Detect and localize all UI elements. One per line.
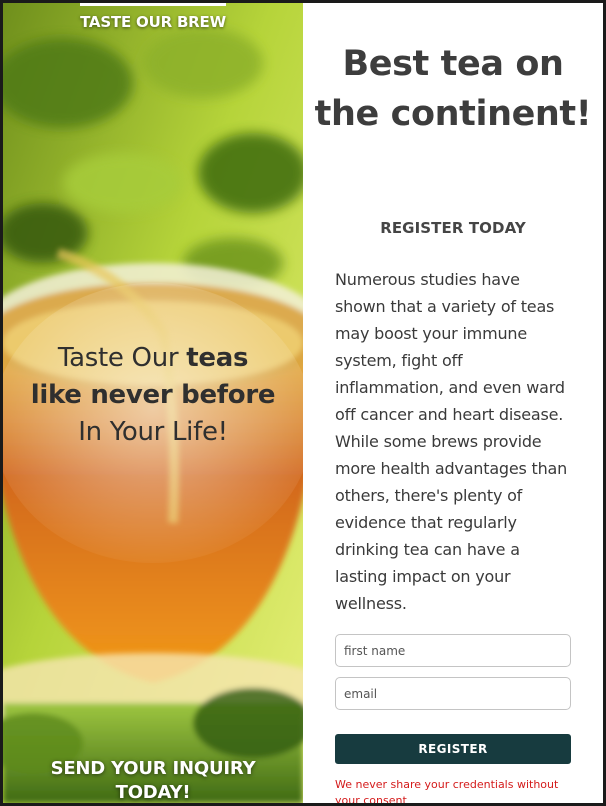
page-title: Best tea on the continent!: [314, 44, 592, 134]
content-panel: Best tea on the continent! REGISTER TODA…: [303, 3, 603, 803]
hero-headline-line-1: Taste Our teas: [3, 340, 303, 377]
page-frame: TASTE OUR BREW Taste Our teas like never…: [3, 3, 603, 803]
first-name-field[interactable]: [335, 634, 571, 667]
hero-top-label: TASTE OUR BREW: [80, 13, 226, 31]
body-paragraph: Numerous studies have shown that a varie…: [335, 270, 568, 613]
email-field[interactable]: [335, 677, 571, 710]
hero-cta-line-1: SEND YOUR INQUIRY: [50, 758, 256, 779]
hero-headline-line-3: In Your Life!: [78, 417, 228, 447]
register-subheading: REGISTER TODAY: [380, 219, 526, 237]
register-button[interactable]: REGISTER: [335, 734, 571, 764]
privacy-note: We never share your credentials without …: [335, 778, 559, 803]
hero-top-bar: [80, 3, 226, 6]
hero-headline-regular-1: Taste Our: [57, 343, 187, 373]
hero-panel: TASTE OUR BREW Taste Our teas like never…: [3, 3, 303, 803]
hero-headline: Taste Our teas like never before In Your…: [3, 340, 303, 451]
hero-cta-line-2: TODAY!: [115, 782, 191, 803]
hero-headline-line-2: like never before: [30, 380, 276, 410]
hero-call-to-action: SEND YOUR INQUIRY TODAY!: [3, 757, 303, 803]
hero-headline-bold-1: teas: [186, 343, 249, 373]
